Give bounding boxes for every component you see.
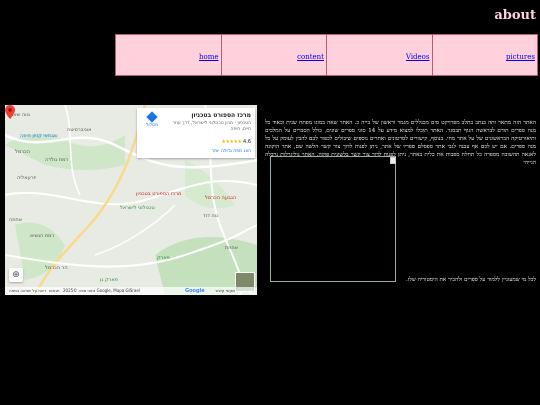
directions-label: מסלול	[145, 123, 159, 128]
map-label: רמת הנשיא	[30, 233, 55, 239]
place-rating: ★★★★★ 4.6	[222, 139, 251, 145]
map-label: הכרמל	[15, 149, 30, 155]
nav-link-videos[interactable]: Videos	[406, 53, 430, 61]
nav-link-home[interactable]: home	[199, 53, 219, 61]
map-label: הר הכרמל	[45, 265, 68, 271]
map-label: רמת גולדה	[45, 157, 69, 163]
map-label: יזרעאליה	[17, 175, 37, 181]
nav-cell-content: content	[222, 35, 327, 75]
rating-value: 4.6	[243, 139, 251, 145]
image-caption: לכל מי שמעוניין ללמוד על ספרים ולהכיר את…	[406, 277, 536, 283]
report-error-link[interactable]: דיווח על שגיאה במפה	[9, 287, 46, 295]
map-label: אחוזה	[9, 217, 22, 223]
nav-cell-videos: Videos	[327, 35, 433, 75]
place-address: הטכניון - מכון טכנולוגי לישראל, דרך עוזר…	[172, 121, 251, 132]
crosshair-icon: ⊕	[12, 270, 20, 280]
embedded-map[interactable]: נווה שאנן אוניברסיטה שבתאי קניון חיפה הכ…	[5, 105, 257, 295]
broken-image	[270, 156, 396, 282]
map-data-attribution: נתוני מפה ©2025 Google, Mapa GISrael	[63, 288, 140, 293]
map-footer: דיווח על שגיאה במפה תנאים נתוני מפה ©202…	[5, 287, 257, 295]
map-label: טכנולוגי לישראל	[120, 205, 155, 211]
place-info-card: מרכז הספורט בטכניון הטכניון - מכון טכנול…	[137, 108, 255, 158]
map-pin-label: מרכז הספורט בטכניון	[136, 191, 182, 197]
map-label: אוניברסיטה	[67, 127, 92, 133]
nav-cell-home: home	[116, 35, 222, 75]
map-label: אחוזת	[225, 245, 238, 251]
star-rating-icon: ★★★★★	[221, 139, 242, 145]
page-title: about	[494, 8, 536, 23]
keyboard-shortcuts-link[interactable]: מקשי קיצור	[215, 287, 235, 295]
view-larger-map-link[interactable]: הצג מפה גדולה יותר	[212, 149, 251, 154]
map-label: שבתאי קניון חיפה	[20, 133, 58, 139]
map-label: פארק גן	[100, 277, 118, 283]
nav-link-content[interactable]: content	[297, 53, 324, 61]
directions-icon	[146, 111, 158, 123]
nav-cell-pictures: pictures	[433, 35, 538, 75]
map-pin-icon[interactable]	[5, 105, 15, 119]
map-recenter-button[interactable]: ⊕	[9, 268, 23, 282]
google-logo: Google	[185, 288, 205, 294]
map-label: פארק	[157, 255, 170, 261]
terms-link[interactable]: תנאים	[49, 287, 59, 295]
directions-button[interactable]: מסלול	[141, 111, 163, 128]
place-name: מרכז הספורט בטכניון	[191, 112, 251, 119]
nav-bar: home content Videos pictures	[115, 34, 538, 76]
broken-image-icon	[390, 157, 396, 164]
nav-link-pictures[interactable]: pictures	[506, 53, 535, 61]
map-label: הגבעה הכרמל	[205, 195, 237, 201]
map-label: נוה דוד	[203, 213, 219, 219]
